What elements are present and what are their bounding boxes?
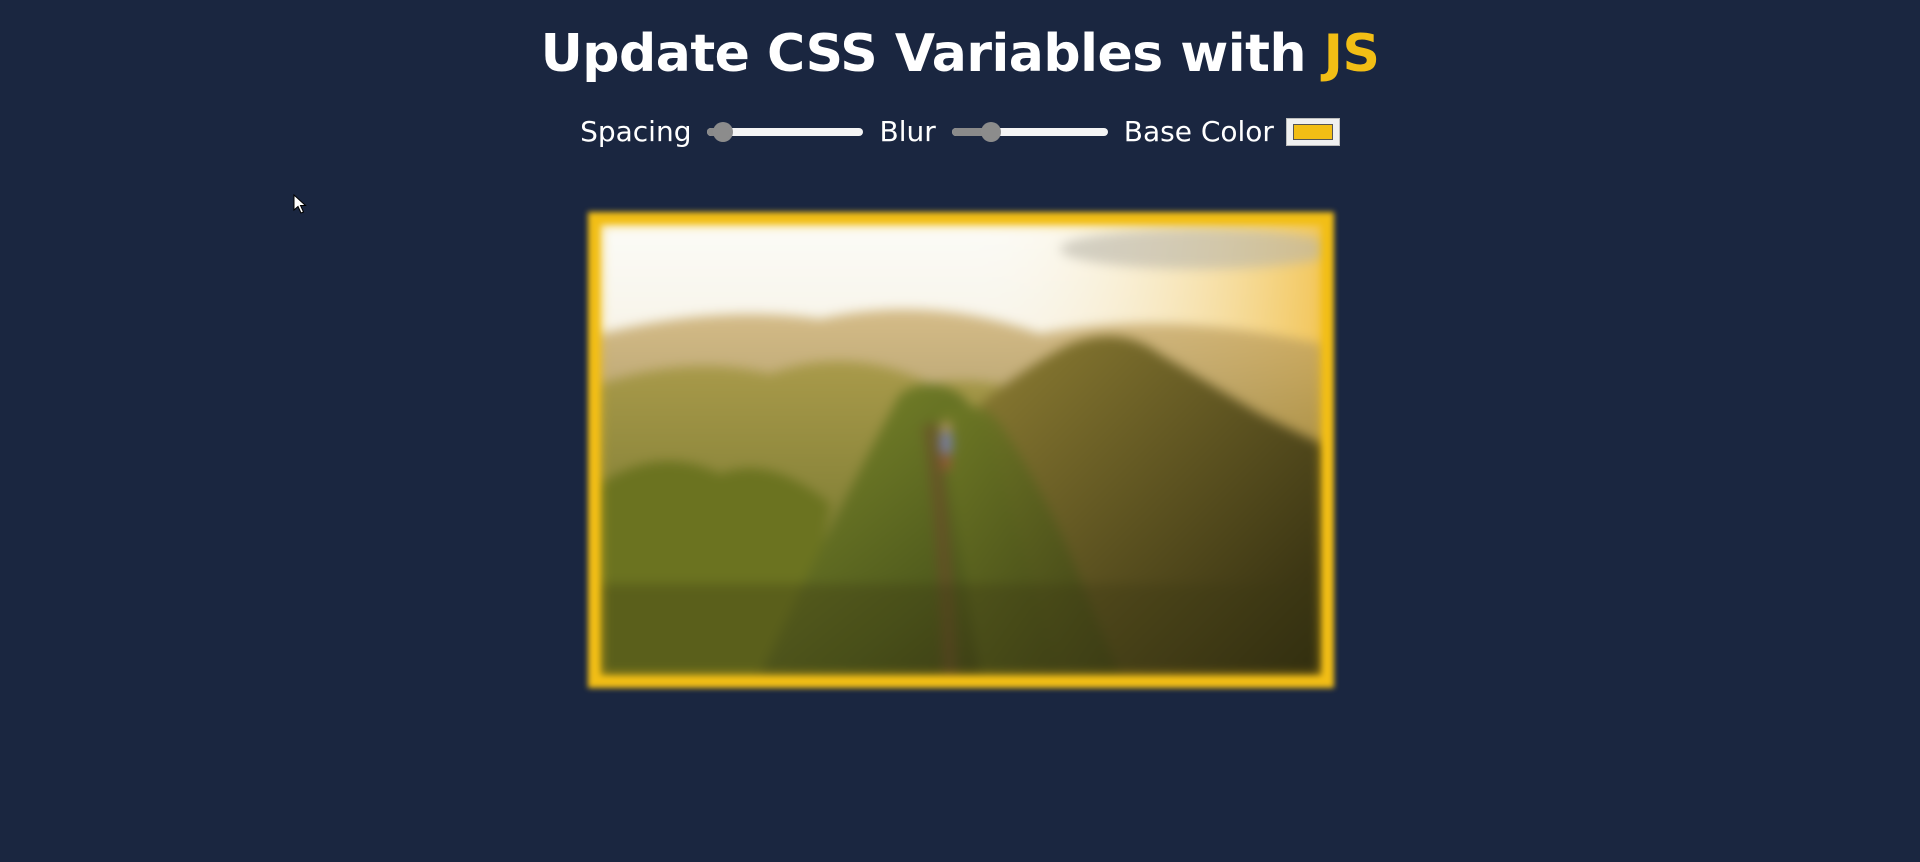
base-color-swatch: [1292, 124, 1333, 140]
controls-bar: Spacing Blur Base Color: [0, 112, 1920, 152]
mountain-photo-graphic: [600, 224, 1322, 676]
page-title: Update CSS Variables with JS: [0, 22, 1920, 86]
blur-label: Blur: [879, 115, 936, 148]
title-text: Update CSS Variables with: [540, 24, 1307, 84]
title-highlight: JS: [1323, 24, 1380, 84]
spacing-slider[interactable]: [707, 122, 864, 142]
spacing-slider-thumb[interactable]: [713, 122, 734, 142]
base-color-label: Base Color: [1123, 115, 1274, 148]
blur-slider-thumb[interactable]: [980, 122, 1001, 142]
base-color-picker[interactable]: [1285, 118, 1340, 146]
image-frame: [588, 212, 1334, 688]
page: Update CSS Variables with JS Spacing Blu…: [0, 0, 1920, 862]
spacing-label: Spacing: [580, 115, 692, 148]
mouse-pointer-icon: [293, 194, 307, 214]
blur-slider[interactable]: [951, 122, 1108, 142]
mountain-photo: [600, 224, 1322, 676]
